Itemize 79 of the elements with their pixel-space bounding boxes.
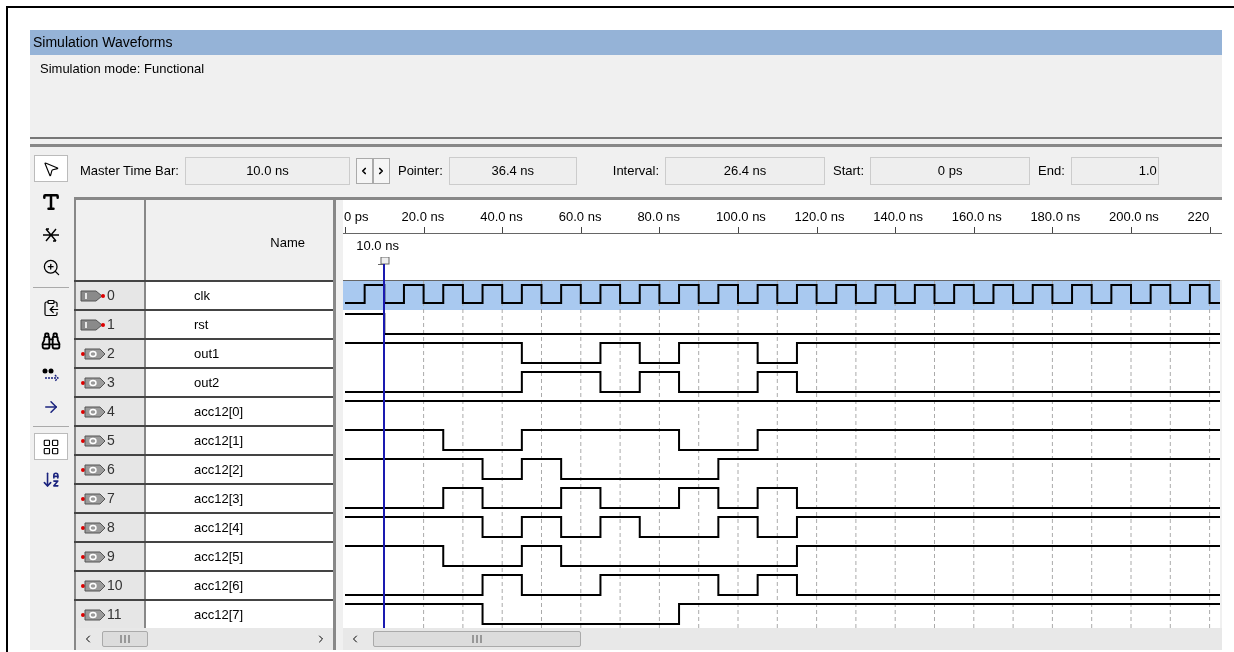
pointer-icon bbox=[42, 159, 60, 178]
signal-index: 6 bbox=[107, 460, 115, 479]
time-field[interactable]: 0 ps bbox=[870, 157, 1031, 185]
time-tick-label: 0 ps bbox=[344, 208, 369, 226]
time-tick-label: 180.0 ns bbox=[1030, 208, 1081, 226]
time-field[interactable]: 10.0 ns bbox=[184, 157, 350, 185]
grip-icon bbox=[120, 635, 130, 643]
output-pin-icon bbox=[80, 346, 106, 361]
time-tick-label: 100.0 ns bbox=[716, 208, 766, 226]
signal-index: 9 bbox=[107, 547, 115, 566]
zoom-icon bbox=[41, 258, 61, 277]
signal-name[interactable]: out1 bbox=[146, 340, 333, 367]
time-tick-label: 40.0 ns bbox=[480, 208, 523, 226]
binoculars-icon bbox=[41, 330, 61, 351]
copy-icon bbox=[42, 298, 60, 317]
time-tick-label: 140.0 ns bbox=[873, 208, 924, 226]
signal-index: 7 bbox=[107, 489, 115, 508]
scroll-thumb[interactable] bbox=[373, 631, 581, 647]
output-pin-icon bbox=[80, 607, 106, 622]
simulation-mode-text: Simulation mode: Functional bbox=[40, 61, 205, 76]
signal-index: 1 bbox=[107, 315, 115, 334]
signal-name[interactable]: out2 bbox=[146, 369, 333, 396]
time-field[interactable]: 36.4 ns bbox=[448, 157, 577, 185]
sort-icon bbox=[41, 470, 61, 489]
signal-index: 11 bbox=[107, 605, 122, 624]
text-tool-icon bbox=[41, 191, 61, 212]
time-field[interactable]: 26.4 ns bbox=[665, 157, 826, 185]
input-pin-icon bbox=[80, 288, 106, 303]
time-field[interactable]: 1.0 bbox=[1070, 157, 1159, 185]
time-bar-label: 10.0 ns bbox=[356, 237, 399, 255]
time-tick-label: 60.0 ns bbox=[558, 208, 602, 226]
signal-name[interactable]: acc12[2] bbox=[146, 456, 333, 483]
time-tick-label: 20.0 ns bbox=[401, 208, 445, 226]
field-label: Master Time Bar: bbox=[80, 162, 179, 181]
grid-snap-icon bbox=[42, 437, 60, 456]
signal-name[interactable]: acc12[5] bbox=[146, 543, 333, 570]
signal-index: 4 bbox=[107, 402, 115, 421]
signal-index: 8 bbox=[107, 518, 115, 537]
output-pin-icon bbox=[80, 549, 106, 564]
signal-name[interactable]: clk bbox=[146, 282, 333, 309]
field-label: Interval: bbox=[612, 162, 660, 181]
horizontal-scrollbar[interactable] bbox=[74, 628, 333, 650]
signal-name[interactable]: acc12[3] bbox=[146, 485, 333, 512]
output-pin-icon bbox=[80, 462, 106, 477]
time-tick-label: 80.0 ns bbox=[637, 208, 681, 226]
signal-name[interactable]: acc12[0] bbox=[146, 398, 333, 425]
signal-name[interactable]: acc12[1] bbox=[146, 427, 333, 454]
window-title: Simulation Waveforms bbox=[30, 30, 1222, 55]
column-header[interactable] bbox=[74, 200, 146, 280]
time-tick-label: 160.0 ns bbox=[951, 208, 1002, 226]
scroll-thumb[interactable] bbox=[102, 631, 148, 647]
tool-button[interactable] bbox=[34, 433, 68, 460]
signal-index: 10 bbox=[107, 576, 123, 595]
signal-name[interactable]: acc12[4] bbox=[146, 514, 333, 541]
output-pin-icon bbox=[80, 404, 106, 419]
field-label: Start: bbox=[833, 162, 865, 181]
time-tick-label: 120.0 ns bbox=[794, 208, 845, 226]
time-bar-flag-icon bbox=[378, 257, 391, 265]
output-pin-icon bbox=[80, 491, 106, 506]
field-label: Pointer: bbox=[397, 162, 443, 181]
output-pin-icon bbox=[80, 520, 106, 535]
grip-icon bbox=[472, 635, 482, 643]
signal-name[interactable]: rst bbox=[146, 311, 333, 338]
tool-button[interactable] bbox=[34, 155, 68, 182]
signal-index: 5 bbox=[107, 431, 115, 450]
field-label: End: bbox=[1038, 162, 1065, 181]
previous-button[interactable] bbox=[355, 158, 373, 184]
signal-name[interactable]: acc12[6] bbox=[146, 572, 333, 599]
signal-index: 0 bbox=[107, 286, 115, 305]
signal-index: 3 bbox=[107, 373, 115, 392]
horizontal-scrollbar[interactable] bbox=[343, 628, 1222, 650]
time-tick-label: 200.0 ns bbox=[1109, 208, 1159, 226]
time-tick-label: 220 bbox=[1187, 208, 1210, 226]
output-pin-icon bbox=[80, 578, 106, 593]
input-pin-icon bbox=[80, 317, 106, 332]
output-pin-icon bbox=[80, 375, 106, 390]
output-pin-icon bbox=[80, 433, 106, 448]
signal-index: 2 bbox=[107, 344, 115, 363]
signal-name[interactable]: acc12[7] bbox=[146, 601, 333, 628]
